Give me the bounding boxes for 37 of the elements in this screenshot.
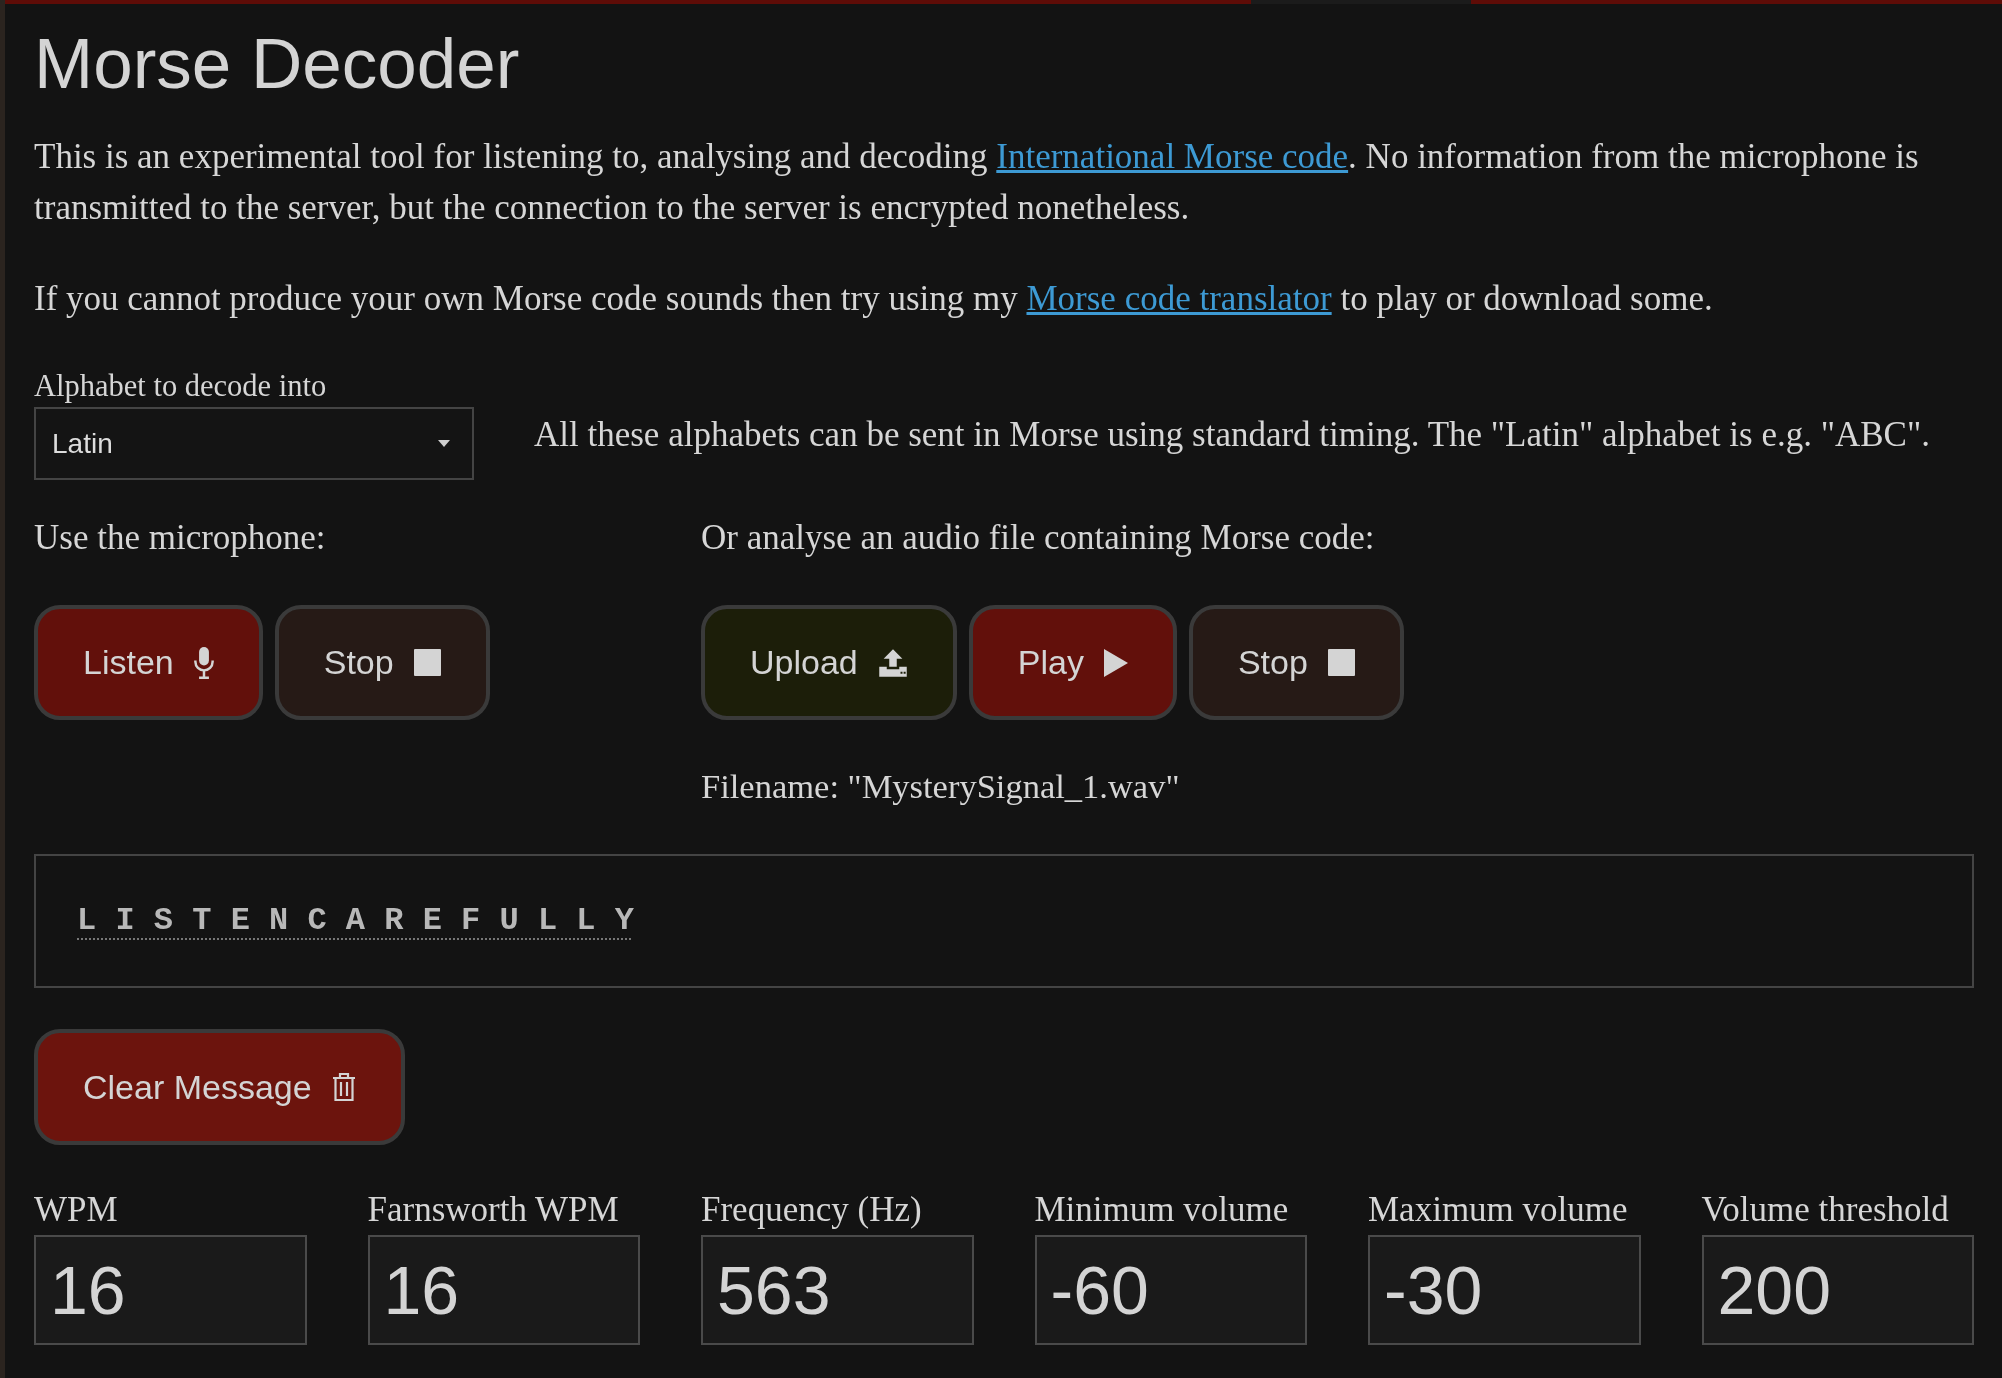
- intro-paragraph: If you cannot produce your own Morse code sounds then try using my Morse code translator to play or download some.: [34, 278, 1714, 320]
- section-label: Use the microphone:: [34, 517, 326, 559]
- field-label: WPM: [34, 1190, 118, 1230]
- field-label: Minimum volume: [1034, 1190, 1289, 1230]
- square-icon: [413, 649, 441, 676]
- number-field[interactable]: 200: [1701, 1235, 1974, 1345]
- upload-icon: [877, 647, 908, 678]
- number-field[interactable]: -60: [1034, 1235, 1307, 1345]
- decoded-message: L I S T E N C A R E F U L L Y: [77, 901, 634, 941]
- intro-paragraph: This is an experimental tool for listening to, analysing and decoding International Morse code. No information from the microphone is transmitted to the server, but the connection to the server is encrypted nonetheless.: [34, 136, 1920, 229]
- number-field[interactable]: 16: [367, 1235, 640, 1345]
- play-icon: [1103, 648, 1128, 677]
- text-link[interactable]: Morse code translator: [1026, 279, 1332, 318]
- listen-button[interactable]: Listen: [34, 605, 263, 720]
- field-label: Farnsworth WPM: [367, 1190, 619, 1230]
- field-label: Frequency (Hz): [701, 1190, 922, 1230]
- upload-button[interactable]: Upload: [701, 605, 957, 720]
- microphone-icon: [193, 646, 214, 679]
- alphabet-select[interactable]: Latin: [34, 407, 474, 480]
- field-label: Volume threshold: [1701, 1190, 1949, 1230]
- stop-button[interactable]: Stop: [1188, 605, 1404, 720]
- play-button[interactable]: Play: [968, 605, 1177, 720]
- stop-button[interactable]: Stop: [274, 605, 490, 720]
- alphabet-label: Alphabet to decode into: [34, 369, 327, 403]
- section-label: Or analyse an audio file containing Morse code:: [701, 517, 1375, 559]
- number-field[interactable]: -30: [1368, 1235, 1641, 1345]
- number-field[interactable]: 563: [701, 1235, 974, 1345]
- caret-icon: [438, 440, 450, 447]
- text-link[interactable]: International Morse code: [996, 137, 1349, 176]
- field-label: Maximum volume: [1368, 1190, 1628, 1230]
- trash-icon: [331, 1072, 356, 1102]
- page-title: Morse Decoder: [34, 24, 520, 104]
- square-icon: [1327, 649, 1355, 676]
- filename-text: Filename: "MysterySignal_1.wav": [701, 766, 1180, 807]
- alphabet-note: All these alphabets can be sent in Morse using standard timing. The "Latin" alphabet is e.g. "ABC".: [534, 414, 1930, 456]
- number-field[interactable]: 16: [34, 1235, 307, 1345]
- clear-message-button[interactable]: Clear Message: [34, 1029, 405, 1145]
